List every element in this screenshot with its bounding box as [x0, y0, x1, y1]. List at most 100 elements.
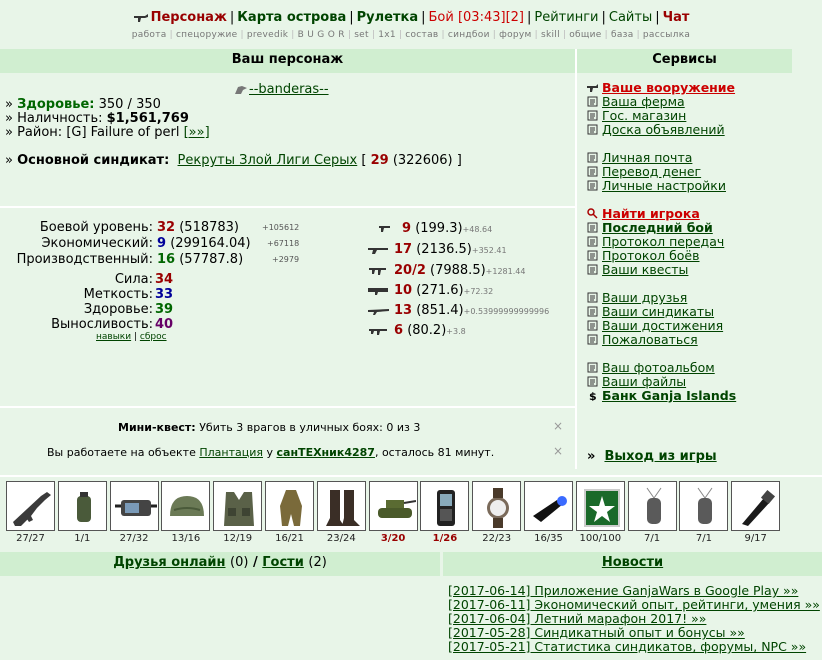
service-link-photo[interactable]: Ваш фотоальбом: [602, 360, 715, 375]
work-status-close-icon[interactable]: ×: [553, 444, 563, 458]
subnav-base[interactable]: база: [611, 30, 634, 40]
service-link-quest[interactable]: Ваши квесты: [602, 262, 688, 277]
rifle-slot[interactable]: [6, 481, 55, 531]
service-link-battle[interactable]: Последний бой: [602, 220, 713, 235]
service-link-settings[interactable]: Личные настройки: [602, 178, 726, 193]
badge-slot[interactable]: [575, 481, 625, 531]
subnav-work[interactable]: работа: [132, 30, 167, 40]
sub-navigation: работа | спецоружие | prevedik | B U G O R | set…: [131, 30, 691, 40]
news-item: [2017-06-14] Приложение GanjaWars в Goog…: [448, 583, 798, 598]
subnav-prevedik[interactable]: prevedik: [247, 30, 288, 40]
dogtag-slot-1[interactable]: [627, 481, 677, 531]
subnav-syndicate-fights[interactable]: синдбои: [448, 30, 490, 40]
farm-icon: [587, 96, 598, 107]
news-link-item[interactable]: [2017-05-28] Синдикатный опыт и бонусы »…: [448, 625, 745, 640]
flashlight-slot[interactable]: [524, 481, 573, 531]
nav-chat[interactable]: Чат: [663, 10, 690, 25]
exit-game-link[interactable]: Выход из игры: [604, 449, 716, 464]
vest-slot[interactable]: [213, 481, 263, 531]
launcher-icon: [368, 287, 388, 295]
service-gun: Ваше вооружение: [587, 80, 735, 95]
weapon-skill-pistol: 9 (199.3)+48.64: [376, 221, 492, 236]
service-link-search[interactable]: Найти игрока: [602, 206, 700, 221]
boots-slot[interactable]: [316, 481, 366, 531]
service-link-friends[interactable]: Ваши друзья: [602, 290, 687, 305]
economic-level-label: Экономический:: [41, 236, 153, 251]
gun-icon: [587, 84, 598, 92]
service-link-complain[interactable]: Пожаловаться: [602, 332, 698, 347]
nav-character[interactable]: Персонаж: [151, 10, 227, 25]
service-link-gun[interactable]: Ваше вооружение: [602, 80, 735, 95]
nick-link[interactable]: --banderas--: [249, 82, 329, 97]
news-item: [2017-06-04] Летний марафон 2017! »»: [448, 611, 706, 626]
service-settings: Личные настройки: [587, 178, 726, 193]
subnav-forum[interactable]: форум: [499, 30, 532, 40]
news-link-item[interactable]: [2017-06-14] Приложение GanjaWars в Goog…: [448, 583, 798, 598]
character-header: Ваш персонаж: [0, 49, 575, 73]
service-transfer: Перевод денег: [587, 164, 701, 179]
service-link-syndicate[interactable]: Ваши синдикаты: [602, 304, 714, 319]
subnav-mailing[interactable]: рассылка: [643, 30, 690, 40]
grenade-slot[interactable]: [57, 481, 107, 531]
nav-roulette[interactable]: Рулетка: [357, 10, 418, 25]
service-link-battles-log[interactable]: Протокол боёв: [602, 248, 700, 263]
news-link-item[interactable]: [2017-06-04] Летний марафон 2017! »»: [448, 611, 706, 626]
service-link-achievements[interactable]: Ваши достижения: [602, 318, 723, 333]
nav-fight[interactable]: Бой [03:43][2]: [429, 10, 524, 25]
slot-caption: 16/21: [275, 533, 304, 544]
service-dollar: $ Банк Ganja Islands: [587, 388, 736, 403]
service-protocol: Протокол передач: [587, 234, 724, 249]
subnav-bugor[interactable]: B U G O R: [298, 30, 345, 40]
district-link[interactable]: [»»]: [184, 125, 210, 140]
service-link-transfer[interactable]: Перевод денег: [602, 164, 701, 179]
service-link-board[interactable]: Доска объявлений: [602, 122, 725, 137]
top-navigation: Персонаж | Карта острова | Рулетка | Бой [03:4…: [0, 10, 822, 25]
skills-link[interactable]: навыки: [96, 332, 131, 342]
nav-sites[interactable]: Сайты: [609, 10, 652, 25]
services-header: Сервисы: [577, 49, 792, 73]
subnav-set[interactable]: set: [354, 30, 369, 40]
weapon-skill-launcher: 10 (271.6)+72.32: [368, 283, 493, 298]
work-owner-link[interactable]: санТЕХник4287: [277, 446, 375, 459]
tank-slot[interactable]: [368, 481, 418, 531]
shop-icon: [587, 110, 598, 121]
service-link-dollar[interactable]: Банк Ganja Islands: [602, 388, 736, 403]
nav-island-map[interactable]: Карта острова: [237, 10, 346, 25]
friends-online-link[interactable]: Друзья онлайн: [113, 555, 225, 570]
news-link[interactable]: Новости: [602, 555, 663, 570]
service-link-farm[interactable]: Ваша ферма: [602, 94, 685, 109]
guests-link[interactable]: Гости: [262, 555, 304, 570]
slot-caption: 13/16: [171, 533, 201, 544]
dogtag-slot-2[interactable]: [679, 481, 729, 531]
subnav-skill[interactable]: skill: [541, 30, 560, 40]
service-link-shop[interactable]: Гос. магазин: [602, 108, 686, 123]
district-line: » Район: [G] Failure of perl [»»]: [5, 125, 210, 140]
health-line: » Здоровье: 350 / 350: [5, 97, 161, 112]
helmet-slot[interactable]: [161, 481, 211, 531]
phone-slot[interactable]: [420, 481, 470, 531]
subnav-general[interactable]: общие: [569, 30, 601, 40]
reset-link[interactable]: сброс: [140, 332, 167, 342]
news-link-item[interactable]: [2017-06-11] Экономический опыт, рейтинг…: [448, 597, 820, 612]
service-link-files[interactable]: Ваши файлы: [602, 374, 686, 389]
syndicate-link[interactable]: Рекруты Злой Лиги Серых: [178, 153, 358, 168]
torch-slot[interactable]: [731, 481, 781, 531]
work-object-link[interactable]: Плантация: [199, 446, 263, 459]
service-link-mail[interactable]: Личная почта: [602, 150, 692, 165]
dollar-icon: $: [589, 390, 597, 401]
subnav-roster[interactable]: состав: [405, 30, 438, 40]
service-link-protocol[interactable]: Протокол передач: [602, 234, 724, 249]
files-icon: [587, 376, 598, 387]
nav-ratings[interactable]: Рейтинги: [534, 10, 598, 25]
subnav-1x1[interactable]: 1x1: [378, 30, 396, 40]
mini-quest-close-icon[interactable]: ×: [553, 419, 563, 433]
pda-slot[interactable]: [109, 481, 159, 531]
slot-caption: 100/100: [579, 533, 622, 544]
syndicate-line: » Основной синдикат: Рекруты Злой Лиги С…: [5, 153, 462, 168]
watch-slot[interactable]: [472, 481, 522, 531]
news-link-item[interactable]: [2017-05-21] Статистика синдикатов, фору…: [448, 639, 806, 654]
service-battles-log: Протокол боёв: [587, 248, 700, 263]
production-level-delta: +2979: [272, 255, 300, 264]
ghillie-slot[interactable]: [265, 481, 314, 531]
subnav-special-weapons[interactable]: спецоружие: [176, 30, 238, 40]
